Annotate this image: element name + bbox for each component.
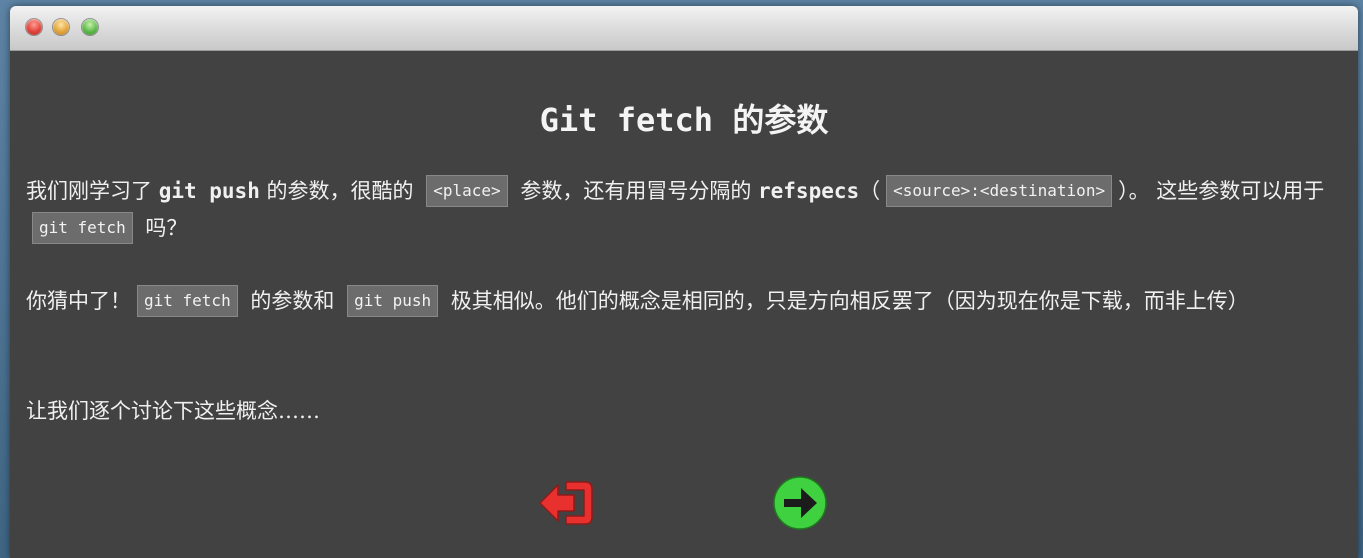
p1-text-4: （ (859, 179, 881, 203)
code-place: <place> (426, 174, 508, 207)
paragraph-2: 你猜中了！ git fetch 的参数和 git push 极其相似。他们的概念是… (26, 283, 1344, 320)
p1-keyword-refspecs: refspecs (758, 179, 860, 203)
paragraph-3: 让我们逐个讨论下这些概念…… (26, 399, 320, 423)
paragraph-1: 我们刚学习了 git push 的参数，很酷的 <place> 参数，还有用冒号… (26, 173, 1344, 247)
minimize-window-button[interactable] (53, 19, 69, 35)
exit-left-icon (539, 481, 593, 525)
next-button[interactable] (770, 473, 830, 533)
window-titlebar (10, 6, 1358, 51)
p2-text-2: 的参数和 (243, 289, 342, 313)
app-window: Git fetch 的参数 我们刚学习了 git push 的参数，很酷的 <p… (10, 6, 1358, 558)
back-button[interactable] (536, 473, 596, 533)
dialog-content: Git fetch 的参数 我们刚学习了 git push 的参数，很酷的 <p… (10, 51, 1358, 558)
p1-text-6: 吗？ (138, 216, 188, 240)
code-git-fetch-2: git fetch (137, 284, 238, 317)
code-git-fetch: git fetch (32, 211, 133, 244)
code-git-push: git push (347, 284, 439, 317)
p1-text-3: 参数，还有用冒号分隔的 (513, 179, 758, 203)
arrow-right-circle-icon (773, 476, 827, 530)
p1-text-1: 我们刚学习了 (26, 179, 159, 203)
p1-keyword-git-push: git push (158, 179, 260, 203)
code-source-destination: <source>:<destination> (886, 174, 1113, 207)
dialog-title: Git fetch 的参数 (539, 101, 829, 139)
p2-text-3: 极其相似。他们的概念是相同的，只是方向相反罢了（因为现在你是下载，而非上传） (444, 289, 1249, 313)
close-window-button[interactable] (26, 19, 42, 35)
maximize-window-button[interactable] (82, 19, 98, 35)
p1-text-5: ）。 这些参数可以用于 (1118, 179, 1325, 203)
p1-text-2: 的参数，很酷的 (259, 179, 421, 203)
p2-text-1: 你猜中了！ (26, 289, 131, 313)
